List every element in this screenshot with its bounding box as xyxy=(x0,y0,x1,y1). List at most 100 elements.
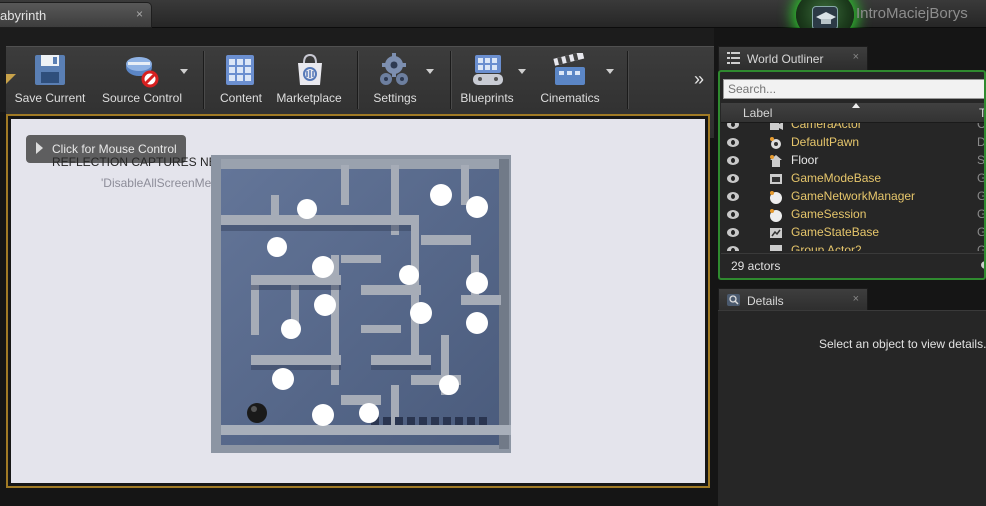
list-item[interactable]: CameraActor C xyxy=(721,123,986,134)
marketplace-label: Marketplace xyxy=(276,91,342,105)
save-current-label: Save Current xyxy=(14,91,86,105)
marketplace-icon xyxy=(292,53,328,87)
maze-level-render xyxy=(211,155,511,453)
details-tab[interactable]: Details × xyxy=(718,288,868,312)
toolbar-divider xyxy=(357,51,358,109)
actor-name: Floor xyxy=(791,153,819,167)
actor-type: Gr xyxy=(977,243,986,251)
actor-name: GameSession xyxy=(791,207,867,221)
visibility-eye-icon[interactable] xyxy=(727,174,739,183)
chevron-down-icon[interactable] xyxy=(606,69,614,74)
settings-button[interactable]: Settings xyxy=(364,47,434,109)
details-tab-label: Details xyxy=(747,294,784,308)
source-control-label: Source Control xyxy=(101,91,183,105)
chevron-down-icon[interactable] xyxy=(518,69,526,74)
level-tab-label: abyrinth xyxy=(0,8,47,23)
actor-count: 29 actors xyxy=(731,259,781,273)
details-magnifier-icon xyxy=(727,294,740,306)
group-icon xyxy=(769,244,783,251)
chevron-down-icon[interactable] xyxy=(426,69,434,74)
actor-type: Ga xyxy=(977,171,986,185)
toolbar-divider xyxy=(203,51,204,109)
cinematics-icon xyxy=(552,51,588,87)
title-bar: abyrinth × IntroMaciejBorys xyxy=(0,0,986,40)
save-current-button[interactable]: Save Current xyxy=(12,47,88,109)
visibility-eye-icon[interactable] xyxy=(727,192,739,201)
list-item[interactable]: DefaultPawn De xyxy=(721,134,986,152)
outliner-footer: 29 actors xyxy=(721,253,986,277)
blueprints-button[interactable]: Blueprints xyxy=(452,47,526,109)
list-icon xyxy=(727,52,740,64)
viewport-canvas[interactable]: Click for Mouse Control REFLECTION CAPTU… xyxy=(11,119,705,483)
cursor-icon xyxy=(36,142,43,154)
world-outliner-tab-label: World Outliner xyxy=(747,52,824,66)
visibility-eye-icon[interactable] xyxy=(727,123,739,129)
actor-sphere-icon xyxy=(769,190,783,204)
actor-type: C xyxy=(977,123,986,131)
camera-icon xyxy=(769,123,783,132)
list-item[interactable]: GameNetworkManager Ga xyxy=(721,188,986,206)
actor-name: Group Actor2 xyxy=(791,243,862,251)
actor-name: CameraActor xyxy=(791,123,862,131)
cinematics-button[interactable]: Cinematics xyxy=(530,47,614,109)
list-item[interactable]: GameStateBase Ga xyxy=(721,224,986,242)
content-label: Content xyxy=(219,91,263,105)
mouse-control-label: Click for Mouse Control xyxy=(52,142,177,156)
level-viewport[interactable]: Click for Mouse Control REFLECTION CAPTU… xyxy=(6,114,710,488)
visibility-eye-icon[interactable] xyxy=(727,156,739,165)
actor-name: GameModeBase xyxy=(791,171,882,185)
outliner-column-header: Label T xyxy=(721,103,986,123)
settings-label: Settings xyxy=(373,91,417,105)
type-column-header[interactable]: T xyxy=(979,106,986,120)
close-icon[interactable]: × xyxy=(853,51,859,63)
world-outliner-tab[interactable]: World Outliner × xyxy=(718,46,868,70)
actor-name: GameStateBase xyxy=(791,225,880,239)
list-item[interactable]: GameSession Ga xyxy=(721,206,986,224)
close-icon[interactable]: × xyxy=(853,293,859,305)
visibility-eye-icon[interactable] xyxy=(727,246,739,251)
actor-name: GameNetworkManager xyxy=(791,189,916,203)
project-name: IntroMaciejBorys xyxy=(856,5,968,22)
game-state-icon xyxy=(769,226,783,240)
toolbar-divider xyxy=(627,51,628,109)
cinematics-label: Cinematics xyxy=(540,91,600,105)
outliner-search-input[interactable] xyxy=(723,79,986,99)
content-button[interactable]: Content xyxy=(212,47,270,109)
label-column-header[interactable]: Label xyxy=(743,106,772,120)
visibility-eye-icon[interactable] xyxy=(727,138,739,147)
view-options-eye-icon[interactable] xyxy=(981,261,986,269)
game-mode-icon xyxy=(769,172,783,186)
content-icon xyxy=(222,53,258,87)
marketplace-button[interactable]: Marketplace xyxy=(274,47,344,109)
source-control-button[interactable]: Source Control xyxy=(96,47,188,109)
actor-type: Ga xyxy=(977,189,986,203)
visibility-eye-icon[interactable] xyxy=(727,210,739,219)
details-panel: Select an object to view details. xyxy=(718,310,986,506)
save-icon xyxy=(32,53,68,87)
level-tab[interactable]: abyrinth × xyxy=(0,2,152,28)
toolbar-overflow-button[interactable]: » xyxy=(694,69,704,90)
blueprints-icon xyxy=(470,53,506,87)
actor-type: De xyxy=(977,135,986,149)
actor-type: Ga xyxy=(977,207,986,221)
actor-type: Ga xyxy=(977,225,986,239)
toolbar-divider xyxy=(450,51,451,109)
outliner-actor-list: CameraActor C DefaultPawn De Floor St Ga… xyxy=(721,123,986,251)
static-mesh-icon xyxy=(769,154,783,168)
list-item[interactable]: Floor St xyxy=(721,152,986,170)
world-outliner-panel: Label T CameraActor C DefaultPawn De Flo… xyxy=(718,70,986,280)
list-item[interactable]: Group Actor2 Gr xyxy=(721,242,986,251)
settings-icon xyxy=(376,53,412,87)
actor-sphere-icon xyxy=(769,208,783,222)
visibility-eye-icon[interactable] xyxy=(727,228,739,237)
graduation-cap-icon xyxy=(812,6,838,30)
toolbar-corner-marker xyxy=(6,74,16,84)
blueprints-label: Blueprints xyxy=(460,91,514,105)
actor-name: DefaultPawn xyxy=(791,135,860,149)
list-item[interactable]: GameModeBase Ga xyxy=(721,170,986,188)
pawn-icon xyxy=(769,136,783,150)
editor-window: abyrinth × IntroMaciejBorys Save Current xyxy=(0,0,986,506)
chevron-down-icon[interactable] xyxy=(180,69,188,74)
sort-ascending-icon xyxy=(852,103,860,108)
close-icon[interactable]: × xyxy=(136,7,143,21)
